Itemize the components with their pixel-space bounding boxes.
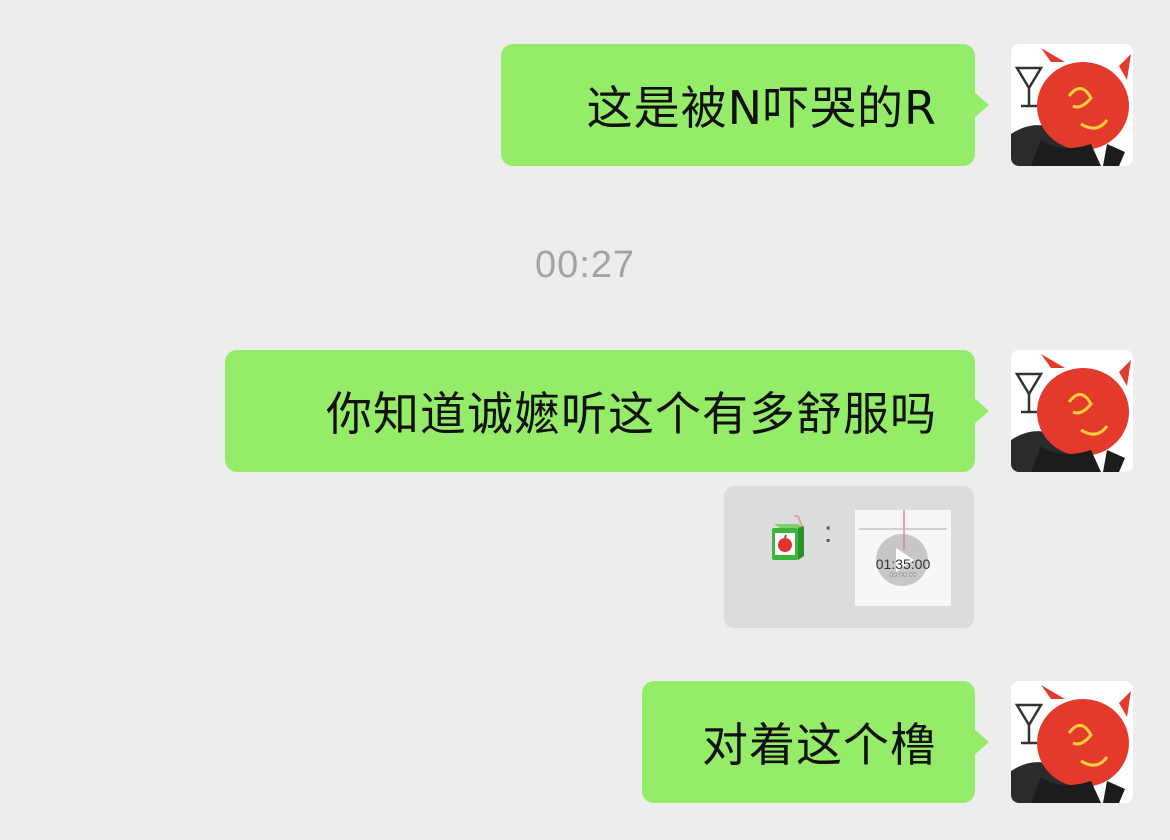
message-bubble[interactable]: 对着这个橹 <box>642 681 989 803</box>
video-duration: 01:35:00 <box>875 556 931 572</box>
shared-video-card[interactable]: : 01:35:00 00:00:00 <box>724 486 974 628</box>
video-thumbnail[interactable]: 01:35:00 00:00:00 <box>855 510 951 606</box>
message-text: 对着这个橹 <box>702 718 937 772</box>
separator-text: : <box>824 516 833 549</box>
avatar[interactable] <box>1011 681 1133 803</box>
message-bubble[interactable]: 这是被N吓哭的R <box>501 44 989 166</box>
juice-box-icon <box>772 515 804 560</box>
avatar[interactable] <box>1011 44 1133 166</box>
message-bubble[interactable]: 你知道诚嬷听这个有多舒服吗 <box>225 350 989 472</box>
avatar[interactable] <box>1011 350 1133 472</box>
chat-timestamp: 00:27 <box>534 244 636 286</box>
devil-cat-avatar-icon <box>1011 44 1133 166</box>
devil-cat-avatar-icon <box>1011 681 1133 803</box>
message-text: 你知道诚嬷听这个有多舒服吗 <box>326 387 937 441</box>
video-subtime: 00:00:00 <box>889 572 917 579</box>
devil-cat-avatar-icon <box>1011 350 1133 472</box>
message-text: 这是被N吓哭的R <box>586 81 937 135</box>
